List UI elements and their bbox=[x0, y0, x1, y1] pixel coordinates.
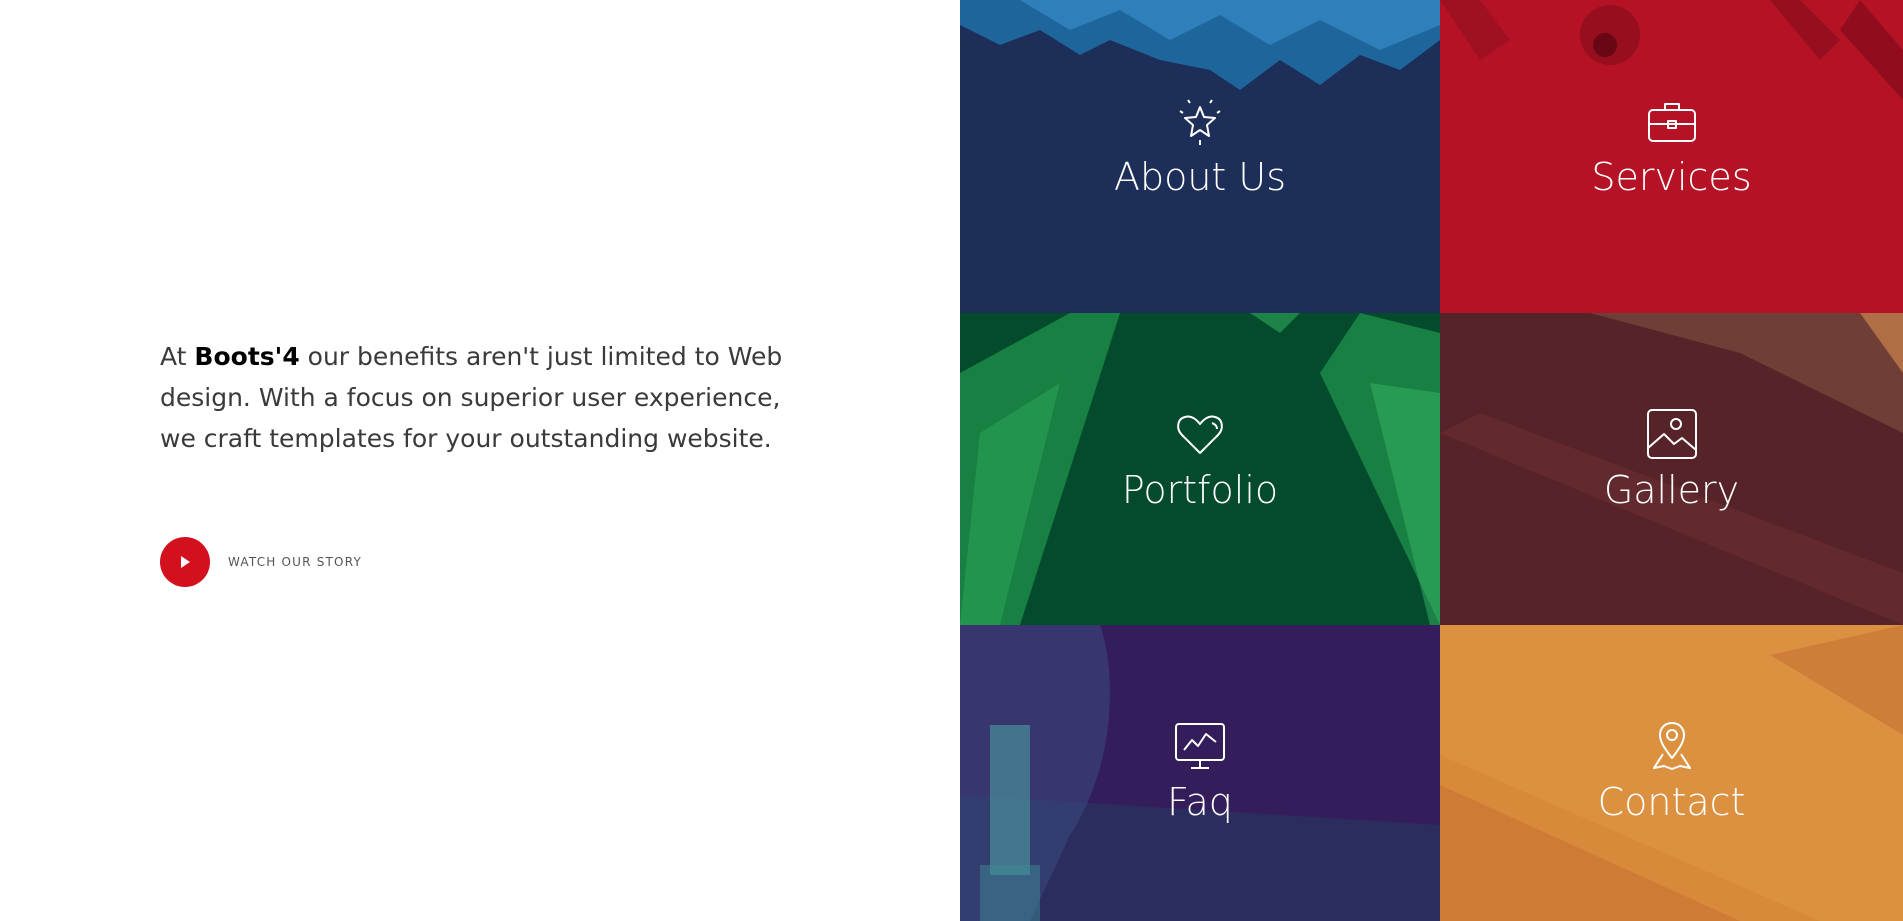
tile-services[interactable]: Services bbox=[1440, 0, 1903, 313]
tile-label: Faq bbox=[1167, 780, 1233, 824]
briefcase-icon bbox=[1646, 95, 1698, 147]
feature-grid: About Us Services Portfolio Gallery Faq … bbox=[960, 0, 1903, 921]
tile-label: Gallery bbox=[1603, 468, 1740, 512]
watch-story-button[interactable]: WATCH OUR STORY bbox=[160, 537, 362, 587]
brand-name: Boots'4 bbox=[194, 342, 300, 371]
monitor-chart-icon bbox=[1174, 720, 1226, 772]
tile-about-us[interactable]: About Us bbox=[960, 0, 1440, 313]
tile-contact[interactable]: Contact bbox=[1440, 625, 1903, 921]
tile-label: Portfolio bbox=[1121, 468, 1279, 512]
intro-text: At Boots'4 our benefits aren't just limi… bbox=[160, 336, 800, 459]
heart-icon bbox=[1174, 408, 1226, 460]
tile-content: Gallery bbox=[1440, 408, 1903, 512]
map-pin-icon bbox=[1646, 720, 1698, 772]
page: At Boots'4 our benefits aren't just limi… bbox=[0, 0, 1903, 921]
tile-faq[interactable]: Faq bbox=[960, 625, 1440, 921]
play-button[interactable] bbox=[160, 537, 210, 587]
tile-content: About Us bbox=[960, 95, 1440, 199]
tile-label: Services bbox=[1591, 155, 1752, 199]
tile-portfolio[interactable]: Portfolio bbox=[960, 313, 1440, 625]
tile-content: Faq bbox=[960, 720, 1440, 824]
tile-label: About Us bbox=[1113, 155, 1287, 199]
image-icon bbox=[1646, 408, 1698, 460]
tile-gallery[interactable]: Gallery bbox=[1440, 313, 1903, 625]
tile-content: Portfolio bbox=[960, 408, 1440, 512]
tile-content: Contact bbox=[1440, 720, 1903, 824]
tile-label: Contact bbox=[1597, 780, 1746, 824]
play-icon bbox=[181, 556, 190, 568]
watch-story-label: WATCH OUR STORY bbox=[228, 555, 363, 569]
star-icon bbox=[1174, 95, 1226, 147]
tile-content: Services bbox=[1440, 95, 1903, 199]
intro-section: At Boots'4 our benefits aren't just limi… bbox=[160, 336, 800, 459]
intro-prefix: At bbox=[160, 342, 195, 371]
